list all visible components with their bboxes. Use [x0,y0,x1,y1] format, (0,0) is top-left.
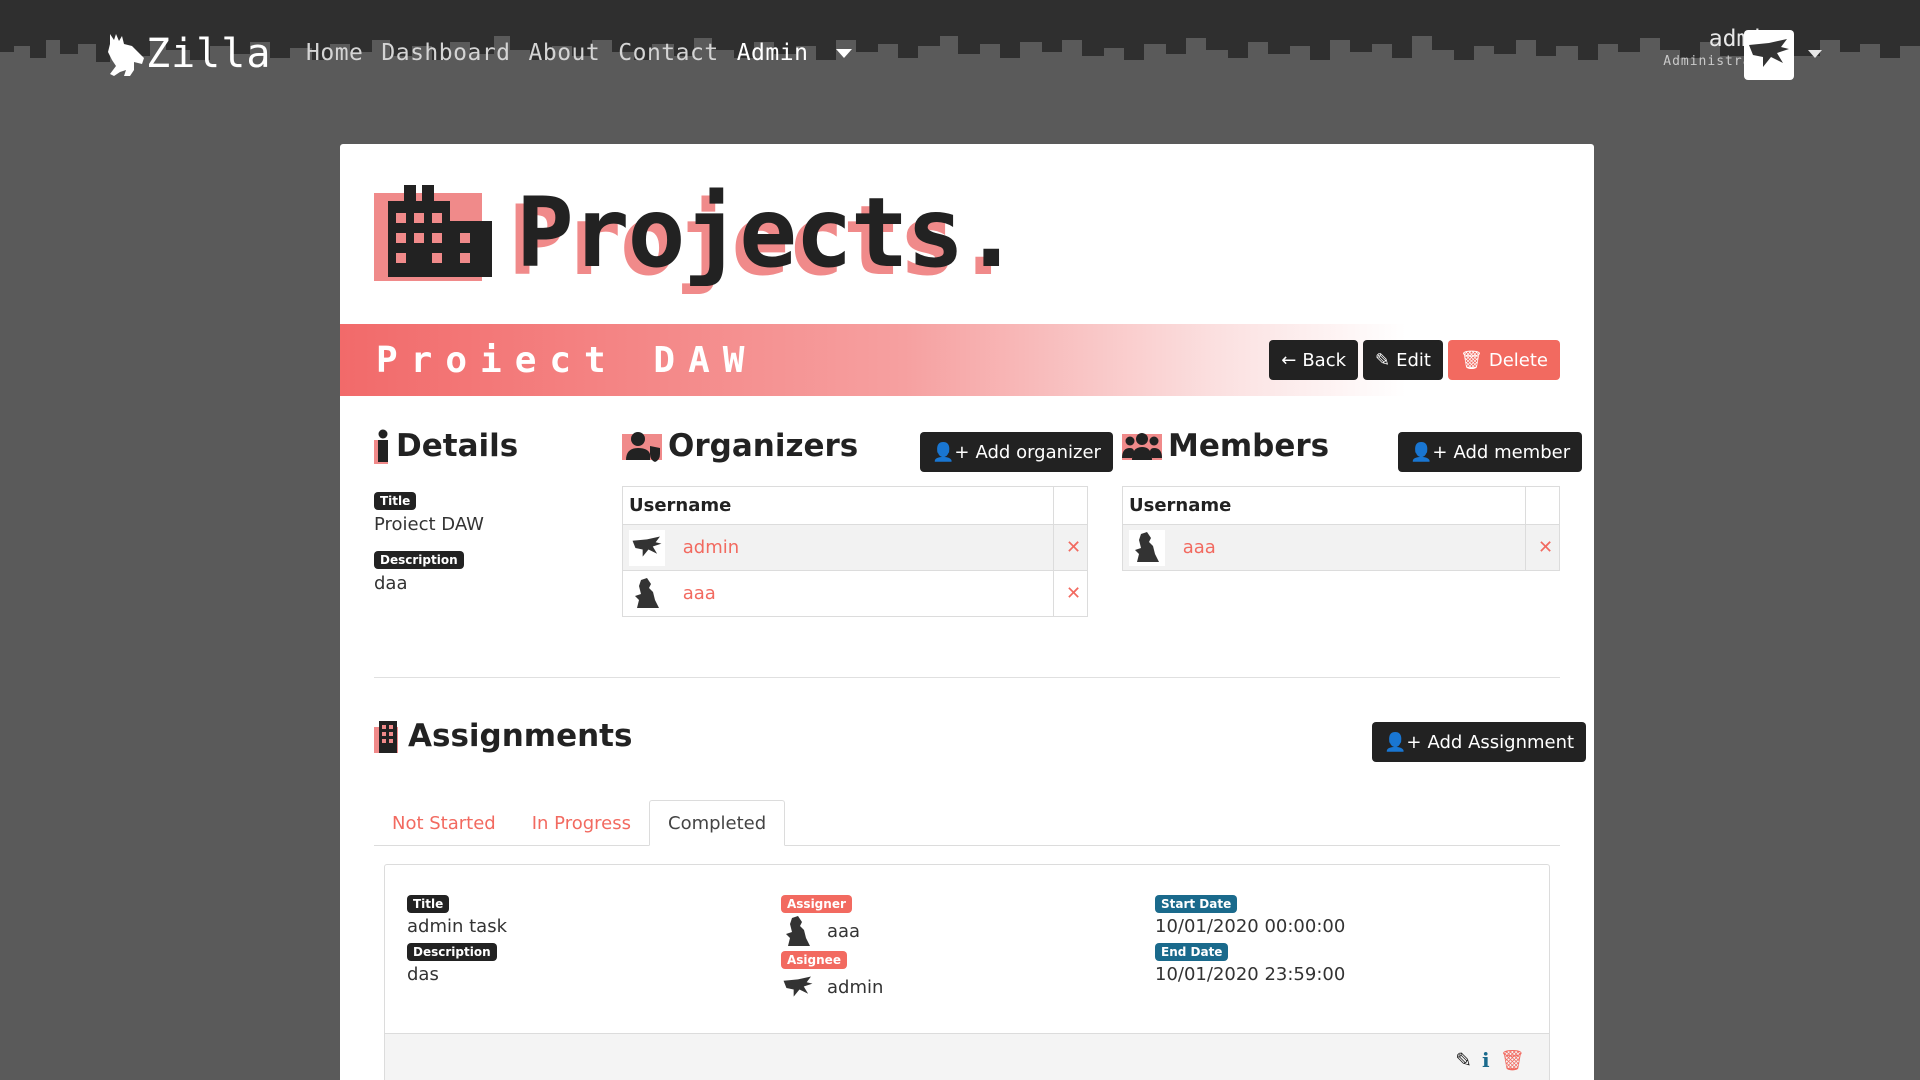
start-date-label: Start Date [1155,895,1238,913]
start-date: 10/01/2020 00:00:00 [1155,916,1346,937]
tab-in-progress[interactable]: In Progress [514,800,649,846]
arrow-left-icon: ← [1281,349,1297,371]
users-icon [1122,433,1162,460]
brand-name: Zilla [146,31,272,77]
godzilla-avatar-icon [1129,529,1165,566]
assignment-tabs: Not Started In Progress Completed [374,800,1560,846]
table-row: aaa ✕ [621,570,1088,617]
members-table: Username aaa ✕ [1121,486,1560,571]
assignment-title: admin task [407,916,508,937]
user-menu-chevron-icon[interactable] [1808,50,1822,58]
username-column-header: Username [621,486,1055,525]
remove-organizer-close-icon[interactable]: ✕ [1053,570,1088,617]
nav-contact[interactable]: Contact [618,40,718,66]
organizers-heading: Organizers [622,428,858,464]
assignment-dates: Start Date 10/01/2020 00:00:00 End Date … [1155,893,1345,985]
main-card: Projects. Projects. Proiect DAW ← Back ✎… [340,144,1594,1080]
edit-icon[interactable]: ✎ [1455,1048,1472,1072]
avatar[interactable] [1744,30,1794,80]
assignee: admin [781,971,883,1005]
add-assignment-button[interactable]: 👤+ Add Assignment [1372,722,1587,762]
eagle-avatar-icon [629,529,665,566]
assignment-title-label: Title [407,895,450,913]
assignment-people: Assigner aaa Asignee admin [781,893,883,1005]
action-column-header [1053,486,1088,525]
assignment-actions: ✎ i 🗑 [1455,1048,1525,1072]
nav-dashboard[interactable]: Dashboard [381,40,510,66]
user-plus-icon: 👤+ [1384,731,1422,753]
edit-icon: ✎ [1375,349,1391,371]
assigner: aaa [781,915,883,949]
organizer-username[interactable]: aaa [683,583,716,604]
user-shield-icon [622,432,662,462]
trash-icon[interactable]: 🗑 [1500,1048,1525,1072]
action-column-header [1525,486,1560,525]
organizers-table: Username admin ✕ aaa ✕ [621,486,1088,617]
godzilla-avatar-icon [781,915,815,949]
remove-organizer-close-icon[interactable]: ✕ [1053,524,1088,571]
edit-button[interactable]: ✎ Edit [1363,340,1443,380]
end-date: 10/01/2020 23:59:00 [1155,964,1346,985]
page-title: Projects. Projects. [508,177,1020,297]
assignee-label: Asignee [781,951,847,969]
details-heading: Details [374,428,518,464]
eagle-avatar-icon [1749,39,1789,67]
user-plus-icon: 👤+ [932,441,970,463]
user-plus-icon: 👤+ [1410,441,1448,463]
project-name: Proiect DAW [376,340,758,381]
assigner-name: aaa [827,921,861,942]
description-label: Description [374,551,464,569]
eagle-avatar-icon [781,971,815,1005]
building-icon [374,183,494,283]
remove-member-close-icon[interactable]: ✕ [1525,524,1560,571]
table-row: aaa ✕ [1121,524,1560,571]
table-row: admin ✕ [621,524,1088,571]
project-banner: Proiect DAW ← Back ✎ Edit 🗑 Delete [340,324,1594,396]
assignee-name: admin [827,977,884,998]
godzilla-avatar-icon [629,575,665,612]
username-column-header: Username [1121,486,1527,525]
trash-icon: 🗑 [1459,349,1483,371]
navbar: Zilla Home Dashboard About Contact Admin… [0,0,1920,110]
tab-completed[interactable]: Completed [649,800,786,846]
assignment-card-footer: ✎ i 🗑 [385,1033,1549,1080]
page-header: Projects. Projects. [374,177,1020,297]
nav-admin[interactable]: Admin [737,40,809,66]
add-member-button[interactable]: 👤+ Add member [1398,432,1583,472]
assignment-description: das [407,964,439,985]
section-divider [374,677,1560,678]
project-actions: ← Back ✎ Edit 🗑 Delete [1269,340,1560,380]
delete-button[interactable]: 🗑 Delete [1447,340,1560,380]
member-username[interactable]: aaa [1183,537,1216,558]
description-value: daa [374,573,408,594]
assignment-info: Title admin task Description das [407,893,507,985]
brand-logo[interactable]: Zilla [104,28,271,80]
organizer-username[interactable]: admin [683,537,739,558]
details-body: Title Proiect DAW Description daa [374,490,484,594]
chevron-down-icon[interactable] [836,48,853,58]
tab-not-started[interactable]: Not Started [374,800,514,846]
info-icon[interactable]: i [1482,1048,1490,1072]
info-icon [374,429,388,464]
add-organizer-button[interactable]: 👤+ Add organizer [920,432,1113,472]
main-nav: Home Dashboard About Contact Admin [306,40,853,66]
building-icon [374,721,398,753]
assignment-description-label: Description [407,943,497,961]
members-heading: Members [1122,428,1329,464]
assignment-card: Title admin task Description das Assigne… [384,864,1550,1080]
title-value: Proiect DAW [374,514,484,535]
assignments-heading: Assignments [374,718,632,754]
godzilla-logo-icon [108,34,144,76]
city-skyline-decoration [0,36,1920,110]
end-date-label: End Date [1155,943,1229,961]
title-label: Title [374,492,417,510]
back-button[interactable]: ← Back [1269,340,1359,380]
assigner-label: Assigner [781,895,852,913]
nav-about[interactable]: About [529,40,601,66]
nav-home[interactable]: Home [306,40,363,66]
